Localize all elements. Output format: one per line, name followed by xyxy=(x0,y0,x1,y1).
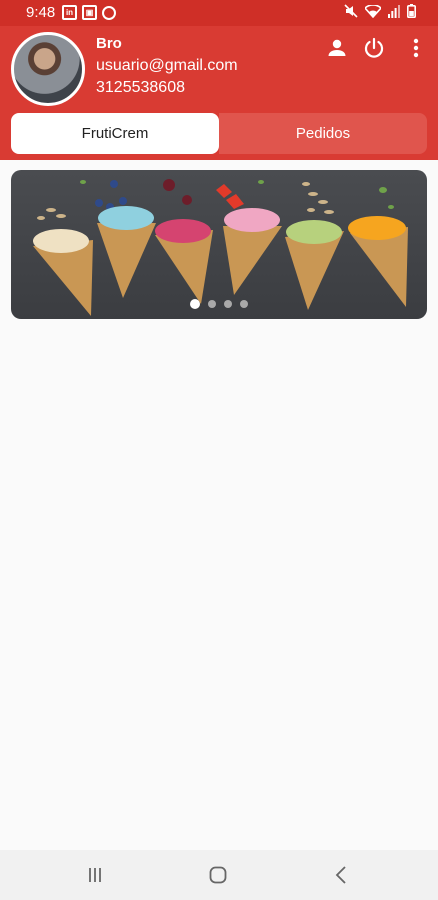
status-time: 9:48 xyxy=(26,4,56,21)
system-nav-bar xyxy=(0,850,438,900)
profile-header: Bro usuario@gmail.com 3125538608 FrutiCr… xyxy=(0,26,438,160)
banner-carousel[interactable] xyxy=(11,170,427,319)
user-email: usuario@gmail.com xyxy=(96,57,238,74)
profile-button[interactable] xyxy=(324,35,350,61)
tab-fruticrem[interactable]: FrutiCrem xyxy=(11,113,219,154)
ice-cream-cones-image xyxy=(33,179,408,316)
home-button[interactable] xyxy=(204,862,232,888)
tab-pedidos[interactable]: Pedidos xyxy=(219,113,427,154)
carousel-dot[interactable] xyxy=(208,300,216,308)
carousel-dot[interactable] xyxy=(190,299,200,309)
mute-icon xyxy=(344,4,358,18)
tab-bar: FrutiCrem Pedidos xyxy=(11,113,427,154)
back-button[interactable] xyxy=(327,862,355,888)
home-icon xyxy=(209,866,227,884)
chrome-icon xyxy=(102,6,116,20)
signal-icon xyxy=(388,4,400,18)
more-options-button[interactable] xyxy=(403,35,429,61)
user-phone: 3125538608 xyxy=(96,79,185,96)
notification-icons: in ▣ xyxy=(62,5,116,20)
avatar[interactable] xyxy=(11,32,85,106)
system-icons xyxy=(344,4,416,18)
carousel-dot[interactable] xyxy=(224,300,232,308)
user-name: Bro xyxy=(96,35,122,52)
battery-icon xyxy=(407,4,416,18)
person-icon xyxy=(328,39,346,56)
back-icon xyxy=(335,866,346,884)
power-icon xyxy=(364,37,384,58)
logout-button[interactable] xyxy=(361,35,387,61)
more-vert-icon xyxy=(413,38,419,58)
carousel-dot[interactable] xyxy=(240,300,248,308)
linkedin-icon: in xyxy=(62,5,77,20)
recent-apps-button[interactable] xyxy=(81,862,109,888)
photo-icon: ▣ xyxy=(82,5,97,20)
wifi-icon xyxy=(365,4,381,18)
carousel-indicators xyxy=(11,299,427,309)
recent-apps-icon xyxy=(89,868,101,882)
status-bar: 9:48 in ▣ xyxy=(0,0,438,26)
